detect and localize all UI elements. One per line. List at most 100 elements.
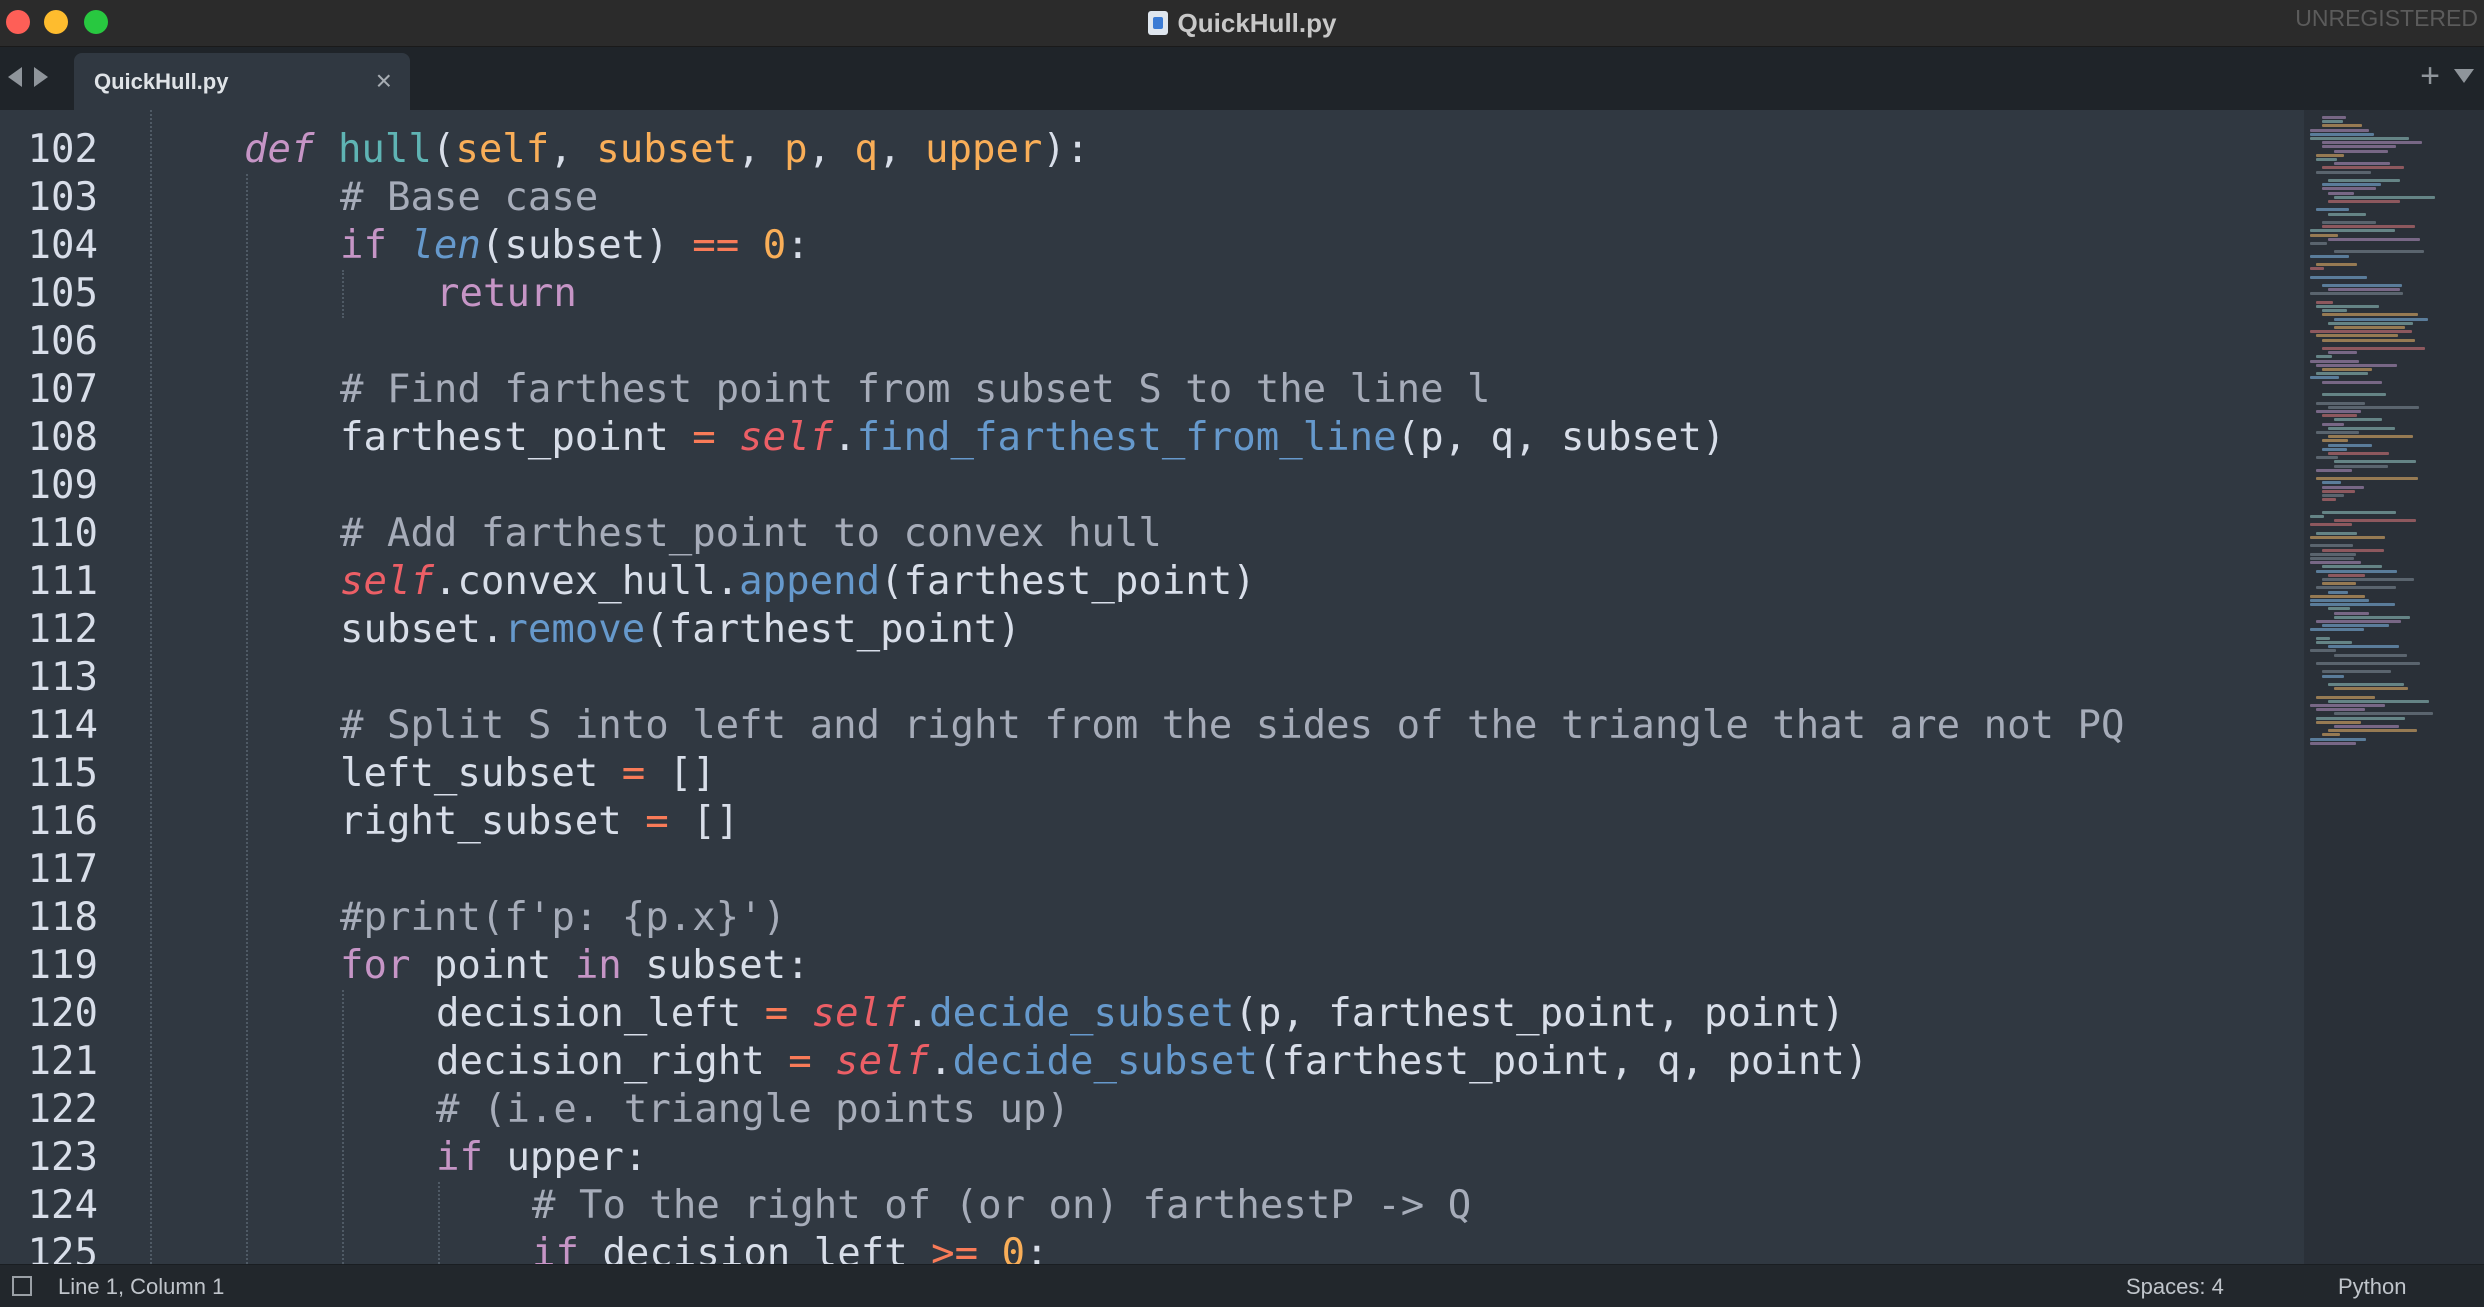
- minimap-line: [2316, 410, 2362, 413]
- minimap-line: [2334, 317, 2428, 321]
- line-number: 116: [27, 799, 98, 844]
- minimap-line: [2328, 212, 2366, 216]
- code-text[interactable]: if upper:: [436, 1134, 647, 1182]
- code-text[interactable]: # (i.e. triangle points up): [436, 1086, 1070, 1134]
- minimap-line: [2334, 687, 2408, 691]
- minimap-line: [2328, 288, 2400, 292]
- minimap-line: [2310, 292, 2404, 296]
- minimap-line: [2328, 683, 2405, 686]
- minimap-line: [2310, 594, 2365, 598]
- code-text[interactable]: # Find farthest point from subset S to t…: [340, 366, 1491, 414]
- minimap-line: [2316, 153, 2344, 157]
- minimap-line: [2310, 737, 2367, 741]
- code-text[interactable]: if len(subset) == 0:: [340, 222, 810, 270]
- code-text[interactable]: left_subset = []: [340, 750, 716, 798]
- minimap-line: [2316, 431, 2359, 434]
- status-bar: Line 1, Column 1 Spaces: 4 Python: [0, 1264, 2484, 1307]
- panel-toggle-icon[interactable]: [12, 1276, 32, 1296]
- minimap-line: [2310, 552, 2356, 556]
- minimap-line: [2316, 720, 2362, 724]
- code-text[interactable]: return: [436, 270, 577, 318]
- indent-guide: [342, 270, 344, 318]
- tab-label: QuickHull.py: [94, 69, 229, 94]
- code-text[interactable]: farthest_point = self.find_farthest_from…: [340, 414, 1725, 462]
- minimap-line: [2328, 645, 2400, 649]
- minimap-line: [2316, 456, 2338, 460]
- minimap-line: [2310, 523, 2352, 527]
- minimap-line: [2334, 149, 2389, 153]
- code-text[interactable]: for point in subset:: [340, 942, 810, 990]
- line-number: 121: [27, 1039, 98, 1084]
- minimap-line: [2328, 179, 2401, 182]
- indent-guide: [342, 990, 344, 1264]
- code-text[interactable]: # To the right of (or on) farthestP -> Q: [532, 1182, 1471, 1230]
- code-text[interactable]: def hull(self, subset, p, q, upper):: [244, 126, 1089, 174]
- minimap-line: [2334, 162, 2391, 166]
- window-title-group: QuickHull.py: [0, 0, 2484, 46]
- minimap-line: [2328, 452, 2390, 455]
- line-number: 110: [27, 511, 98, 556]
- line-number: 102: [27, 127, 98, 172]
- minimap-line: [2316, 569, 2397, 573]
- code-text[interactable]: decision_right = self.decide_subset(fart…: [436, 1038, 1868, 1086]
- window-title: QuickHull.py: [1177, 7, 1337, 38]
- line-number: 113: [27, 655, 98, 700]
- minimap-line: [2310, 603, 2395, 607]
- indent-guide: [438, 1182, 440, 1264]
- code-text[interactable]: decision_left = self.decide_subset(p, fa…: [436, 990, 1845, 1038]
- tab-forward-arrow-icon[interactable]: [34, 67, 48, 87]
- registration-status: UNREGISTERED: [2295, 5, 2478, 31]
- indentation-setting[interactable]: Spaces: 4: [2126, 1274, 2224, 1300]
- tab-list-dropdown-icon[interactable]: [2454, 69, 2474, 83]
- minimap-line: [2316, 662, 2420, 665]
- minimap-line: [2316, 355, 2332, 359]
- minimap-line: [2310, 267, 2325, 271]
- minimap-line: [2310, 242, 2328, 245]
- minimap-line: [2322, 447, 2348, 451]
- minimap-line: [2322, 141, 2422, 145]
- minimap-line: [2322, 439, 2348, 443]
- minimap-line: [2322, 284, 2403, 287]
- tab-back-arrow-icon[interactable]: [8, 67, 22, 87]
- minimap-line: [2322, 166, 2405, 170]
- code-text[interactable]: # Add farthest_point to convex hull: [340, 510, 1162, 558]
- line-number: 124: [27, 1183, 98, 1228]
- minimap-line: [2322, 582, 2357, 586]
- minimap-line: [2322, 221, 2376, 224]
- minimap-line: [2310, 275, 2368, 279]
- minimap-line: [2310, 515, 2325, 518]
- minimap-line: [2334, 250, 2424, 254]
- minimap-line: [2322, 393, 2386, 397]
- minimap-line: [2316, 305, 2379, 308]
- minimap-line: [2310, 599, 2369, 602]
- minimap-line: [2316, 531, 2357, 535]
- minimap-line: [2322, 578, 2414, 581]
- line-number-gutter: 102 103 104 105 106 107 108 109 110 111 …: [0, 110, 140, 1264]
- minimap-line: [2334, 653, 2407, 657]
- code-text[interactable]: if decision_left >= 0:: [532, 1230, 1049, 1264]
- code-text[interactable]: # Base case: [340, 174, 598, 222]
- minimap-line: [2310, 229, 2396, 233]
- minimap-line: [2316, 158, 2338, 161]
- minimap-line: [2328, 590, 2348, 594]
- code-text[interactable]: self.convex_hull.append(farthest_point): [340, 558, 1256, 606]
- minimap[interactable]: [2304, 110, 2484, 1264]
- syntax-selector[interactable]: Python: [2338, 1274, 2407, 1300]
- code-text[interactable]: right_subset = []: [340, 798, 739, 846]
- minimap-line: [2316, 170, 2371, 174]
- indent-guide: [150, 110, 152, 1264]
- minimap-line: [2316, 263, 2357, 266]
- line-number: 112: [27, 607, 98, 652]
- code-text[interactable]: # Split S into left and right from the s…: [340, 702, 2124, 750]
- minimap-line: [2316, 641, 2352, 644]
- minimap-line: [2328, 426, 2395, 430]
- minimap-line: [2310, 376, 2339, 380]
- new-tab-plus-icon[interactable]: +: [2420, 57, 2440, 96]
- minimap-line: [2310, 561, 2362, 565]
- tab-quickhull[interactable]: QuickHull.py ×: [74, 53, 410, 111]
- code-text[interactable]: #print(f'p: {p.x}'): [340, 894, 786, 942]
- code-text[interactable]: subset.remove(farthest_point): [340, 606, 1021, 654]
- code-editor[interactable]: 102 103 104 105 106 107 108 109 110 111 …: [0, 110, 2304, 1264]
- tab-close-icon[interactable]: ×: [376, 65, 392, 97]
- minimap-line: [2334, 712, 2434, 716]
